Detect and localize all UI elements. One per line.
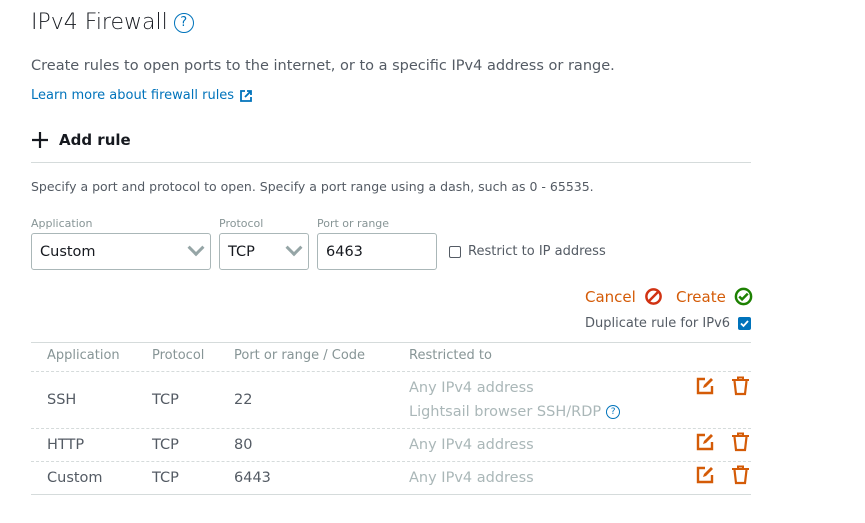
cancel-icon [644, 288, 662, 305]
cell-application: SSH [47, 392, 77, 408]
table-top-border [31, 342, 751, 343]
col-header-restricted: Restricted to [409, 348, 492, 363]
cell-port: 80 [234, 437, 253, 453]
restrict-ip-option[interactable]: Restrict to IP address [449, 244, 606, 259]
chevron-down-icon [285, 238, 303, 256]
cell-restricted: Any IPv4 address [409, 470, 534, 486]
page-title: IPv4 Firewall ? [31, 10, 194, 35]
lightsail-ssh-text: Lightsail browser SSH/RDP [409, 404, 602, 420]
cell-protocol: TCP [152, 437, 179, 453]
duplicate-ipv6-option[interactable]: Duplicate rule for IPv6 [585, 316, 752, 331]
protocol-label: Protocol [219, 217, 264, 230]
cell-port: 6443 [234, 470, 271, 486]
duplicate-ipv6-label: Duplicate rule for IPv6 [585, 316, 731, 331]
cell-port: 22 [234, 392, 253, 408]
edit-icon[interactable] [696, 466, 714, 484]
cancel-button[interactable]: Cancel [585, 287, 663, 306]
trash-icon[interactable] [731, 465, 750, 485]
add-rule-button[interactable]: Add rule [31, 131, 131, 149]
port-label: Port or range [317, 217, 390, 230]
table-bottom-border [31, 494, 751, 495]
cell-restricted-extra: Lightsail browser SSH/RDP ? [409, 404, 621, 420]
protocol-select[interactable]: TCP [219, 233, 309, 270]
trash-icon[interactable] [731, 432, 750, 452]
learn-more-text: Learn more about firewall rules [31, 88, 235, 103]
question-circle-icon[interactable]: ? [173, 12, 194, 33]
trash-icon[interactable] [731, 376, 750, 396]
col-header-application: Application [47, 348, 120, 363]
cell-restricted: Any IPv4 address [409, 437, 534, 453]
col-header-port: Port or range / Code [234, 348, 366, 363]
port-value: 6463 [326, 243, 363, 260]
divider [31, 162, 751, 163]
hint-text: Specify a port and protocol to open. Spe… [31, 179, 594, 194]
create-button[interactable]: Create [676, 287, 753, 306]
application-label: Application [31, 217, 93, 230]
plus-icon [32, 132, 48, 148]
row-divider [31, 428, 751, 429]
cell-protocol: TCP [152, 392, 179, 408]
page-title-text: IPv4 Firewall [31, 10, 168, 35]
learn-more-link[interactable]: Learn more about firewall rules [31, 88, 252, 103]
add-rule-label: Add rule [59, 131, 131, 149]
port-input[interactable]: 6463 [317, 233, 437, 270]
application-value: Custom [40, 243, 96, 260]
cell-restricted: Any IPv4 address [409, 380, 534, 396]
restrict-ip-label: Restrict to IP address [468, 244, 606, 259]
row-divider [31, 461, 751, 462]
edit-icon[interactable] [696, 377, 714, 395]
external-link-icon [240, 89, 252, 102]
application-select[interactable]: Custom [31, 233, 211, 270]
cell-application: HTTP [47, 437, 85, 453]
cell-protocol: TCP [152, 470, 179, 486]
create-label: Create [676, 287, 726, 306]
cancel-label: Cancel [585, 287, 636, 306]
duplicate-ipv6-checkbox[interactable] [738, 317, 752, 330]
row-divider [31, 371, 751, 372]
protocol-value: TCP [228, 243, 255, 260]
description: Create rules to open ports to the intern… [31, 58, 615, 74]
cell-application: Custom [47, 470, 103, 486]
restrict-ip-checkbox[interactable] [449, 245, 461, 258]
edit-icon[interactable] [696, 433, 714, 451]
col-header-protocol: Protocol [152, 348, 205, 363]
question-circle-icon[interactable]: ? [606, 405, 621, 419]
check-circle-icon [734, 287, 753, 306]
chevron-down-icon [187, 238, 205, 256]
